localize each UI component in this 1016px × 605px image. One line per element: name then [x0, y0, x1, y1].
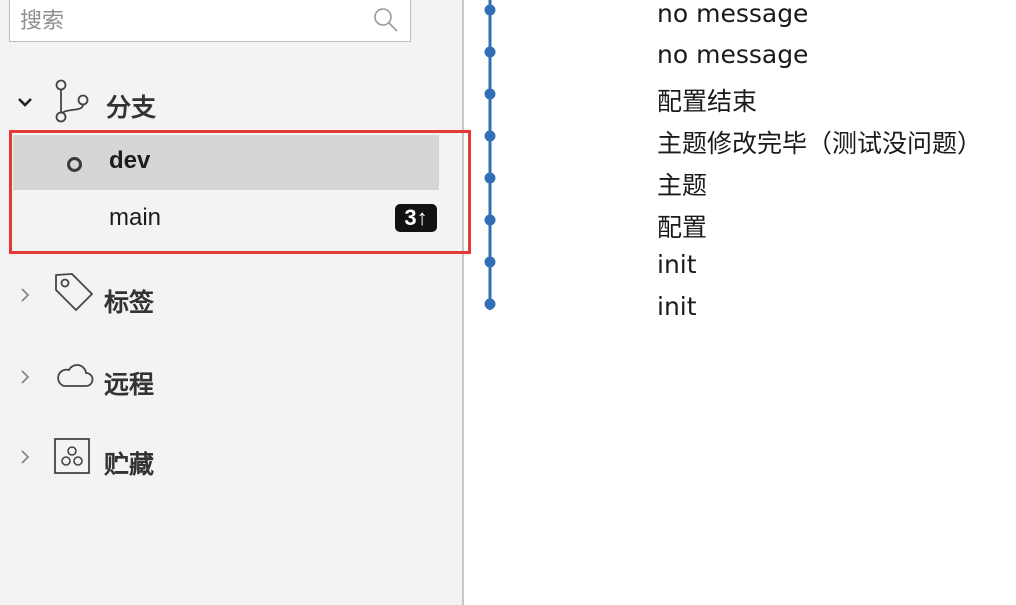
stash-icon — [54, 438, 90, 479]
commit-message[interactable]: init — [657, 292, 697, 321]
ahead-count-badge: 3↑ — [395, 204, 437, 232]
branch-item-main[interactable]: main 3↑ — [13, 192, 439, 247]
current-branch-icon — [67, 157, 82, 172]
commit-node[interactable] — [484, 4, 496, 16]
commit-node[interactable] — [484, 214, 496, 226]
commit-message[interactable]: no message — [657, 0, 808, 28]
commit-node[interactable] — [484, 88, 496, 100]
commit-message[interactable]: 配置 — [657, 208, 707, 244]
section-stashes[interactable]: 贮藏 — [0, 435, 460, 479]
search-icon[interactable] — [372, 6, 400, 39]
section-label-tags: 标签 — [104, 288, 155, 317]
search-input[interactable] — [18, 4, 362, 38]
cloud-icon — [56, 361, 94, 394]
section-label-stashes: 贮藏 — [104, 450, 155, 479]
chevron-right-icon[interactable] — [16, 368, 34, 391]
commit-message[interactable]: 主题 — [657, 166, 707, 202]
chevron-right-icon[interactable] — [16, 448, 34, 471]
commit-message[interactable]: 主题修改完毕（测试没问题） — [657, 124, 982, 160]
search-box[interactable] — [9, 0, 411, 42]
commit-message[interactable]: 配置结束 — [657, 82, 757, 118]
commit-message[interactable]: init — [657, 250, 697, 279]
branch-name: dev — [109, 147, 151, 174]
commit-message[interactable]: no message — [657, 40, 808, 69]
section-label-remotes: 远程 — [104, 370, 155, 399]
commit-node[interactable] — [484, 172, 496, 184]
section-remotes[interactable]: 远程 — [0, 355, 460, 399]
branch-name: main — [109, 204, 162, 231]
commit-node[interactable] — [484, 46, 496, 58]
section-branches[interactable]: 分支 — [0, 79, 460, 124]
commit-node[interactable] — [484, 256, 496, 268]
chevron-down-icon[interactable] — [16, 93, 34, 116]
commit-graph — [484, 0, 496, 310]
chevron-right-icon[interactable] — [16, 286, 34, 309]
sidebar: 分支 dev main 3↑ 标签 远程 — [0, 0, 471, 605]
tag-icon — [52, 270, 96, 319]
section-tags[interactable]: 标签 — [0, 273, 460, 317]
section-label-branches: 分支 — [106, 93, 157, 122]
commit-node[interactable] — [484, 130, 496, 142]
branch-item-dev[interactable]: dev — [13, 135, 439, 190]
branch-icon — [52, 79, 92, 128]
commit-node[interactable] — [484, 298, 496, 310]
